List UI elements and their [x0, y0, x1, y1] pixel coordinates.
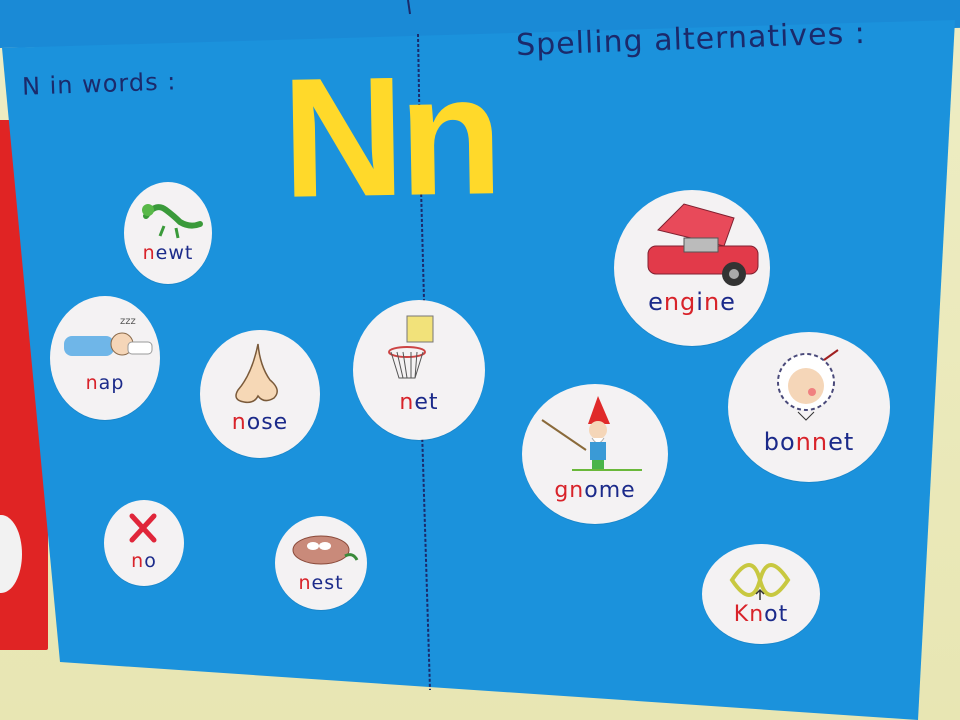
- card-net: net: [353, 300, 485, 440]
- card-nose: nose: [200, 330, 320, 458]
- word-knot: Knot: [733, 602, 789, 627]
- knot-icon: [729, 563, 791, 600]
- word-nest: nest: [298, 572, 344, 594]
- basketball-net-icon: [388, 315, 434, 379]
- card-newt: newt: [124, 182, 212, 284]
- card-nest: nest: [275, 516, 367, 610]
- heading-n-in-words: N in words :: [21, 67, 177, 101]
- word-engine: engine: [648, 288, 736, 316]
- word-newt: newt: [142, 242, 194, 264]
- card-nap: zzz nap: [50, 296, 160, 420]
- car-engine-icon: [647, 203, 759, 286]
- nose-icon: [235, 343, 278, 404]
- word-net: net: [399, 390, 439, 415]
- card-bonnet: bonnet: [728, 332, 890, 482]
- word-gnome: gnome: [554, 478, 636, 503]
- card-engine: engine: [614, 190, 770, 346]
- gnome-icon: [541, 396, 642, 471]
- nest-icon: [292, 535, 359, 565]
- card-no: no: [104, 500, 184, 586]
- cross-icon: [129, 513, 157, 543]
- svg-text:zzz: zzz: [120, 316, 136, 327]
- newt-icon: [142, 204, 203, 239]
- big-letters-nn: Nn: [280, 40, 499, 234]
- card-gnome: gnome: [522, 384, 668, 524]
- word-bonnet: bonnet: [763, 428, 855, 456]
- bonnet-icon: [777, 349, 839, 421]
- card-knot: Knot: [702, 544, 820, 644]
- sleeping-child-icon: zzz: [64, 316, 153, 356]
- word-nap: nap: [85, 372, 125, 394]
- word-no: no: [131, 550, 157, 572]
- word-nose: nose: [231, 410, 289, 435]
